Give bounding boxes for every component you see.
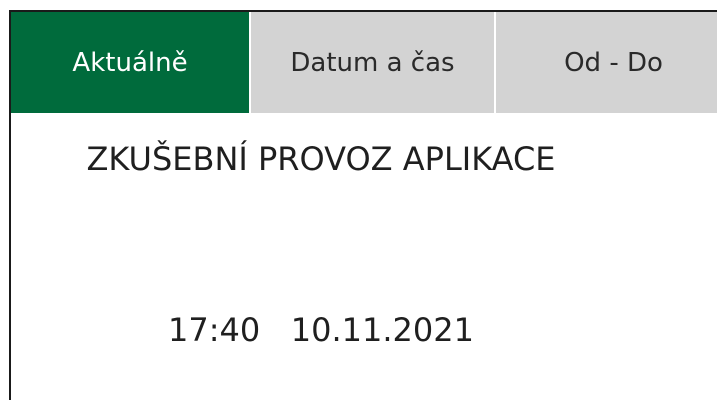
trial-mode-banner: ZKUŠEBNÍ PROVOZ APLIKACE (86, 140, 556, 178)
current-datetime: 17:40 10.11.2021 (11, 311, 631, 349)
tab-date-time[interactable]: Datum a čas (249, 12, 494, 113)
tab-bar: Aktuálně Datum a čas Od - Do (11, 12, 717, 113)
tab-current[interactable]: Aktuálně (11, 12, 249, 113)
current-date: 10.11.2021 (290, 311, 474, 349)
app-frame: Aktuálně Datum a čas Od - Do ZKUŠEBNÍ PR… (9, 10, 717, 400)
current-time: 17:40 (168, 311, 261, 349)
tab-from-to[interactable]: Od - Do (494, 12, 717, 113)
